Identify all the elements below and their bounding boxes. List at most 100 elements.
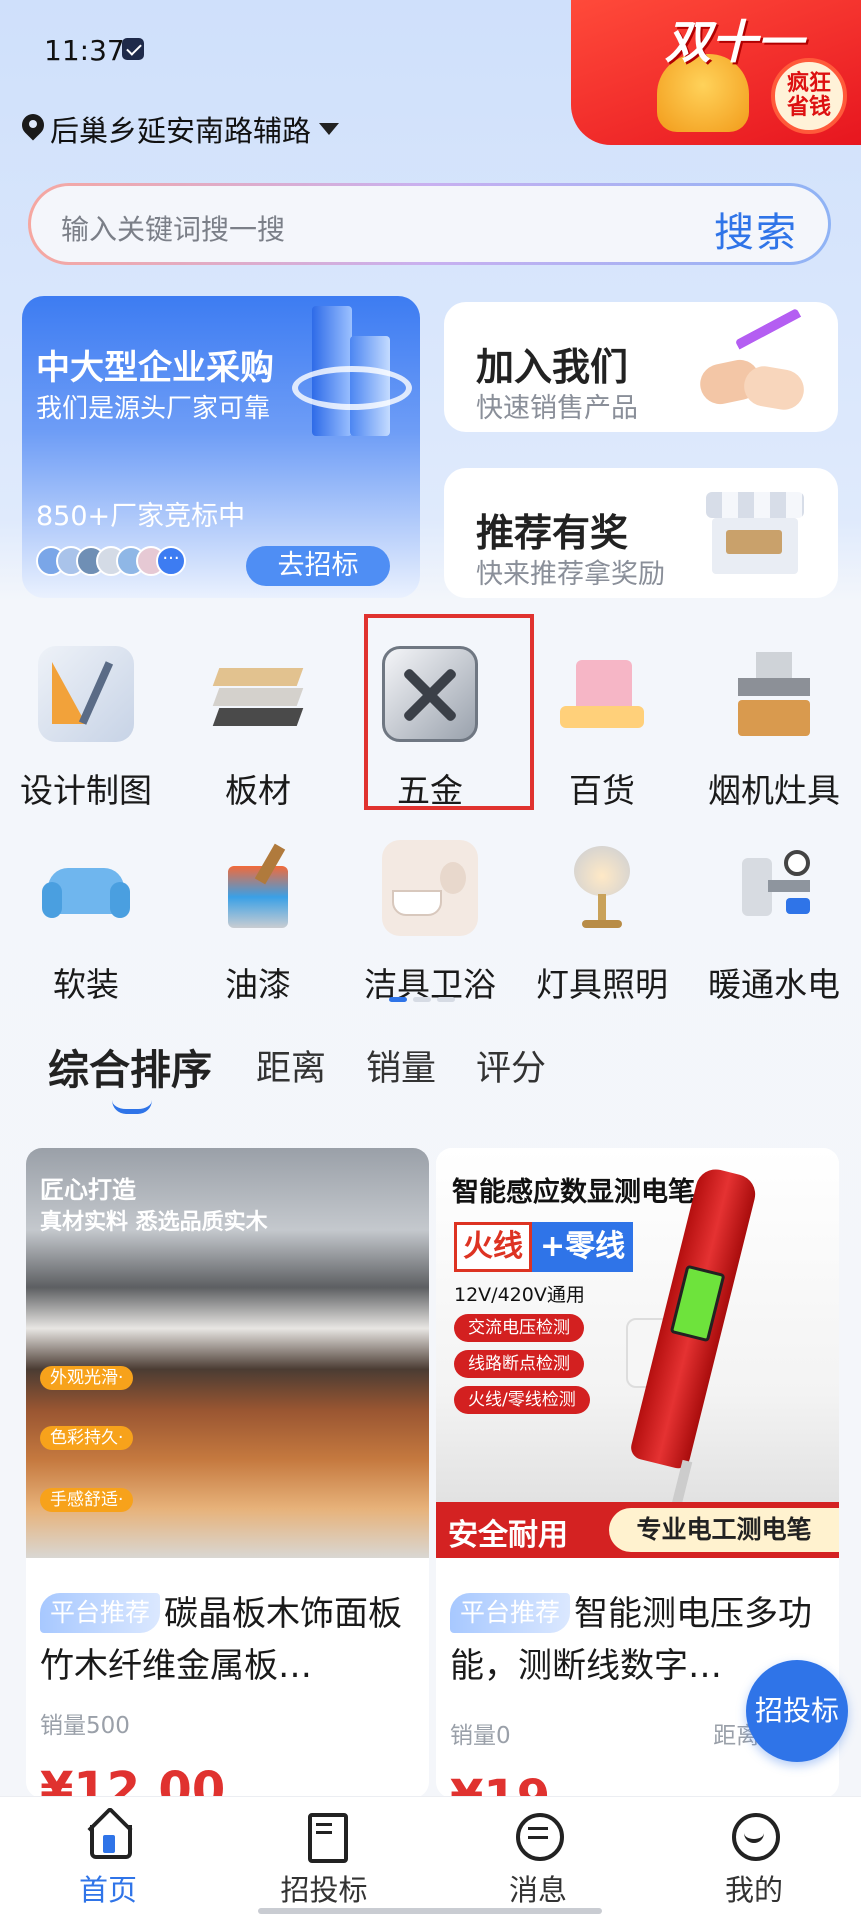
category-board[interactable]: 板材 — [172, 646, 344, 812]
product-image: 智能感应数显测电笔 火线 +零线 12V/420V通用 交流电压检测 线路断点检… — [436, 1148, 839, 1558]
storefront-icon — [700, 482, 810, 582]
image-text: 火线 — [454, 1222, 532, 1272]
category-lighting[interactable]: 灯具照明 — [516, 840, 688, 1006]
location-text: 后巢乡延安南路辅路 — [50, 114, 312, 148]
referral-title: 推荐有奖 — [476, 511, 629, 555]
join-title: 加入我们 — [476, 345, 629, 389]
category-design[interactable]: 设计制图 — [0, 646, 172, 812]
tab-bidding[interactable]: 招投标 — [254, 1813, 394, 1909]
category-paint[interactable]: 油漆 — [172, 840, 344, 1006]
recommend-badge: 平台推荐 — [40, 1593, 161, 1633]
referral-card[interactable]: 推荐有奖 快来推荐拿奖励 — [444, 468, 838, 598]
category-kitchen[interactable]: 烟机灶具 — [688, 646, 860, 812]
image-tag: 外观光滑· — [40, 1366, 134, 1390]
go-bid-button[interactable]: 去招标 — [246, 546, 390, 586]
page-dot — [413, 997, 431, 1002]
image-text: +零线 — [532, 1222, 634, 1272]
image-badge: 火线 +零线 — [454, 1222, 634, 1272]
procurement-subtitle: 我们是源头厂家可靠 — [36, 394, 271, 424]
image-banner: 安全耐用 专业电工测电笔 — [436, 1502, 839, 1558]
more-avatars-icon: ··· — [156, 546, 186, 576]
image-text: 真材实料 悉选品质实木 — [40, 1210, 268, 1235]
building-icon — [292, 296, 412, 446]
category-label: 油漆 — [225, 965, 291, 1004]
tab-messages[interactable]: 消息 — [468, 1813, 608, 1909]
join-us-card[interactable]: 加入我们 快速销售产品 — [444, 302, 838, 432]
recommend-badge: 平台推荐 — [450, 1593, 571, 1633]
vendor-avatars: ··· — [36, 546, 186, 576]
ruler-icon — [38, 646, 134, 742]
product-title-block: 平台推荐 碳晶板木饰面板竹木纤维金属板… — [40, 1588, 418, 1692]
category-label: 暖通水电 — [708, 965, 840, 1004]
tab-label: 招投标 — [280, 1873, 368, 1907]
notification-icon — [122, 38, 144, 60]
category-general[interactable]: 百货 — [516, 646, 688, 812]
image-tag: 线路断点检测 — [454, 1350, 584, 1378]
image-text: 专业电工测电笔 — [609, 1508, 839, 1552]
home-indicator — [258, 1908, 602, 1914]
product-sales: 销量0 — [450, 1723, 511, 1749]
page-indicator — [389, 997, 455, 1002]
sort-tab-comprehensive[interactable]: 综合排序 — [48, 1036, 212, 1096]
bidding-float-button[interactable]: 招投标 — [746, 1660, 848, 1762]
product-price: ¥19 — [450, 1770, 551, 1798]
page-dot — [437, 997, 455, 1002]
search-bar[interactable]: 输入关键词搜一搜 搜索 — [28, 183, 831, 265]
paint-bucket-icon — [210, 840, 306, 936]
image-tag: 手感舒适· — [40, 1488, 134, 1512]
location-pin-icon — [22, 114, 44, 144]
referral-subtitle: 快来推荐拿奖励 — [476, 559, 665, 590]
image-text: 安全耐用 — [448, 1518, 568, 1553]
category-label: 软装 — [53, 965, 119, 1004]
procurement-card[interactable]: 中大型企业采购 我们是源头厂家可靠 850+厂家竞标中 ··· 去招标 — [22, 296, 420, 598]
tab-profile[interactable]: 我的 — [684, 1813, 824, 1909]
bookmark-icon — [302, 1813, 348, 1863]
shopping-bag-icon — [554, 646, 650, 742]
product-image: 匠心打造 真材实料 悉选品质实木 外观光滑· 色彩持久· 手感舒适· — [26, 1148, 429, 1558]
promo-banner[interactable]: 双十一 疯狂省钱 — [571, 0, 861, 145]
search-input[interactable]: 输入关键词搜一搜 — [61, 208, 285, 248]
page-dot — [389, 997, 407, 1002]
category-label: 板材 — [225, 771, 291, 810]
category-bathroom[interactable]: 洁具卫浴 — [344, 840, 516, 1006]
bottom-tab-bar: 首页 招投标 消息 我的 — [0, 1796, 861, 1920]
search-button[interactable]: 搜索 — [714, 200, 798, 258]
image-text: 12V/420V通用 — [454, 1284, 585, 1306]
bathtub-icon — [382, 840, 478, 936]
selected-category-highlight — [364, 614, 534, 810]
product-price: ¥12.00 — [40, 1762, 226, 1798]
lamp-icon — [554, 840, 650, 936]
sofa-icon — [38, 840, 134, 936]
caret-down-icon — [319, 123, 340, 135]
chat-icon — [516, 1813, 564, 1861]
pipe-icon — [726, 840, 822, 936]
image-tag: 色彩持久· — [40, 1426, 134, 1450]
tab-label: 消息 — [508, 1873, 567, 1907]
procurement-title: 中大型企业采购 — [36, 348, 274, 388]
category-label: 百货 — [569, 771, 635, 810]
category-soft-decor[interactable]: 软装 — [0, 840, 172, 1006]
tab-label: 首页 — [78, 1873, 137, 1907]
range-hood-icon — [726, 646, 822, 742]
join-subtitle: 快速销售产品 — [476, 393, 638, 424]
promo-badge: 疯狂省钱 — [771, 58, 847, 134]
image-text: 匠心打造 — [40, 1176, 136, 1204]
category-hvac[interactable]: 暖通水电 — [688, 840, 860, 1006]
sort-active-indicator — [112, 1100, 152, 1114]
board-icon — [210, 646, 306, 742]
sort-tab-rating[interactable]: 评分 — [476, 1040, 546, 1091]
location-selector[interactable]: 后巢乡延安南路辅路 — [22, 108, 340, 150]
category-label: 灯具照明 — [536, 965, 668, 1004]
image-tag: 交流电压检测 — [454, 1314, 584, 1342]
category-label: 设计制图 — [20, 771, 152, 810]
image-text: 智能感应数显测电笔 — [452, 1177, 695, 1208]
image-tag: 火线/零线检测 — [454, 1386, 590, 1414]
tab-home[interactable]: 首页 — [38, 1813, 178, 1909]
home-icon — [86, 1813, 132, 1859]
sort-tab-distance[interactable]: 距离 — [256, 1040, 326, 1091]
product-sales: 销量500 — [40, 1713, 130, 1739]
promo-title: 双十一 — [665, 15, 803, 69]
sort-tab-sales[interactable]: 销量 — [366, 1040, 436, 1091]
product-card[interactable]: 匠心打造 真材实料 悉选品质实木 外观光滑· 色彩持久· 手感舒适· 平台推荐碳… — [26, 1148, 429, 1798]
tab-label: 我的 — [724, 1873, 783, 1907]
